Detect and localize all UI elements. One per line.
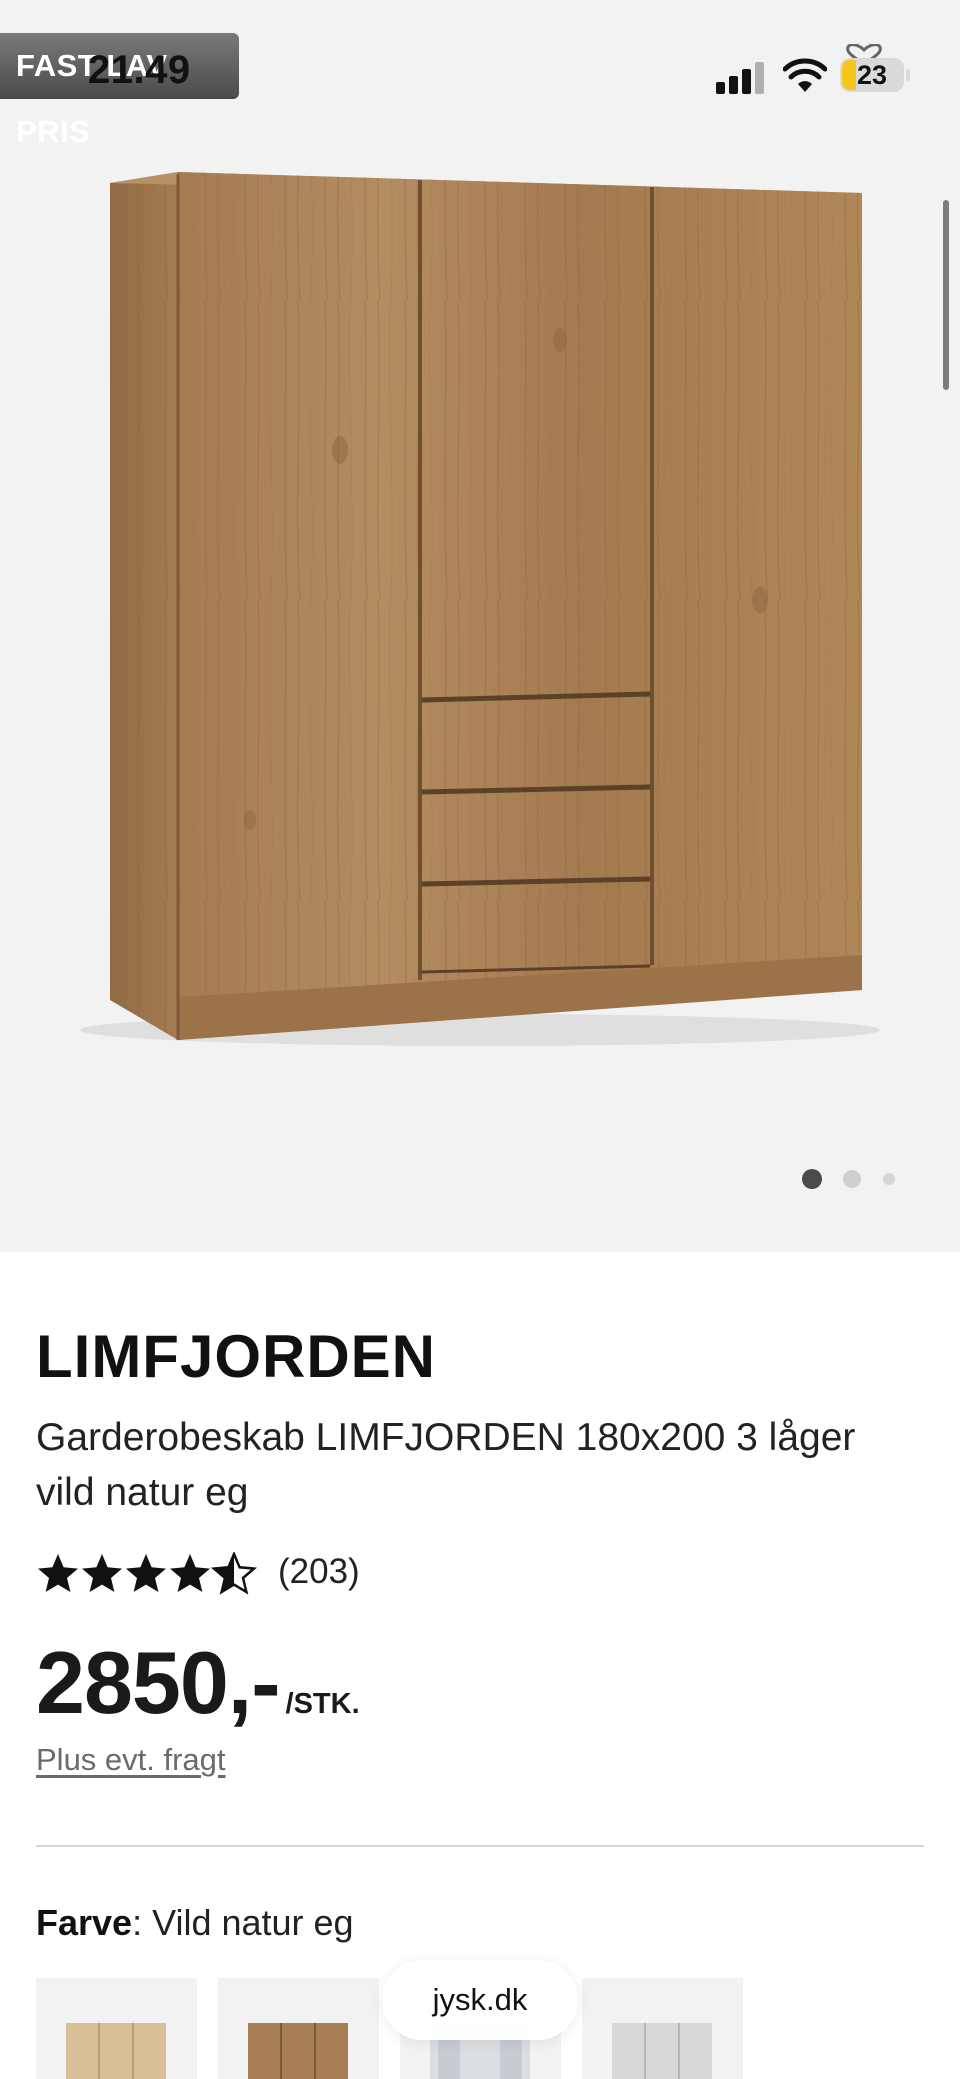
- gallery-dot-3[interactable]: [883, 1173, 895, 1185]
- wild-oak-wardrobe-thumbnail: [248, 2023, 348, 2079]
- half-star-icon: [212, 1552, 256, 1594]
- status-bar: FAST LAV PRIS 21.49 23: [0, 0, 960, 149]
- color-swatch-wild-oak[interactable]: [218, 1978, 379, 2079]
- product-price: 2850,-/STK.: [36, 1632, 360, 1732]
- color-swatch-white[interactable]: [582, 1978, 743, 2079]
- browser-address-bar[interactable]: jysk.dk: [382, 1960, 578, 2040]
- star-icon: [126, 1554, 166, 1592]
- product-rating[interactable]: (203): [36, 1548, 436, 1598]
- star-icon: [38, 1554, 78, 1592]
- color-swatch-light-oak[interactable]: [36, 1978, 197, 2079]
- gallery-pagination[interactable]: [800, 1168, 910, 1190]
- status-time: 21.49: [88, 48, 191, 92]
- product-title: Garderobeskab LIMFJORDEN 180x200 3 låger…: [36, 1416, 856, 1514]
- wardrobe-product-image: [80, 172, 880, 1046]
- gallery-dot-1[interactable]: [802, 1169, 822, 1189]
- wifi-icon: [783, 58, 827, 92]
- star-icon: [82, 1554, 122, 1592]
- shipping-info-link[interactable]: Plus evt. fragt: [36, 1742, 226, 1778]
- product-image-gallery[interactable]: [0, 0, 960, 1252]
- star-icon: [170, 1554, 210, 1592]
- battery-icon: 23: [840, 58, 910, 92]
- cellular-signal-icon: [716, 62, 766, 94]
- gallery-dot-2[interactable]: [843, 1170, 861, 1188]
- page-scrollbar[interactable]: [943, 200, 949, 390]
- rating-stars: [38, 1552, 256, 1594]
- color-label-separator: :: [132, 1902, 153, 1943]
- color-label: Farve: Vild natur eg: [36, 1902, 354, 1944]
- color-selected-value: Vild natur eg: [152, 1902, 354, 1943]
- white-wardrobe-thumbnail: [612, 2023, 712, 2079]
- review-count[interactable]: (203): [278, 1548, 360, 1596]
- price-unit: /STK.: [285, 1688, 360, 1720]
- section-divider: [36, 1845, 924, 1847]
- product-brand: LIMFJORDEN: [36, 1323, 436, 1390]
- price-value: 2850,-: [36, 1633, 281, 1732]
- battery-percentage: 23: [856, 60, 888, 90]
- light-oak-wardrobe-thumbnail: [66, 2023, 166, 2079]
- color-label-title: Farve: [36, 1902, 133, 1943]
